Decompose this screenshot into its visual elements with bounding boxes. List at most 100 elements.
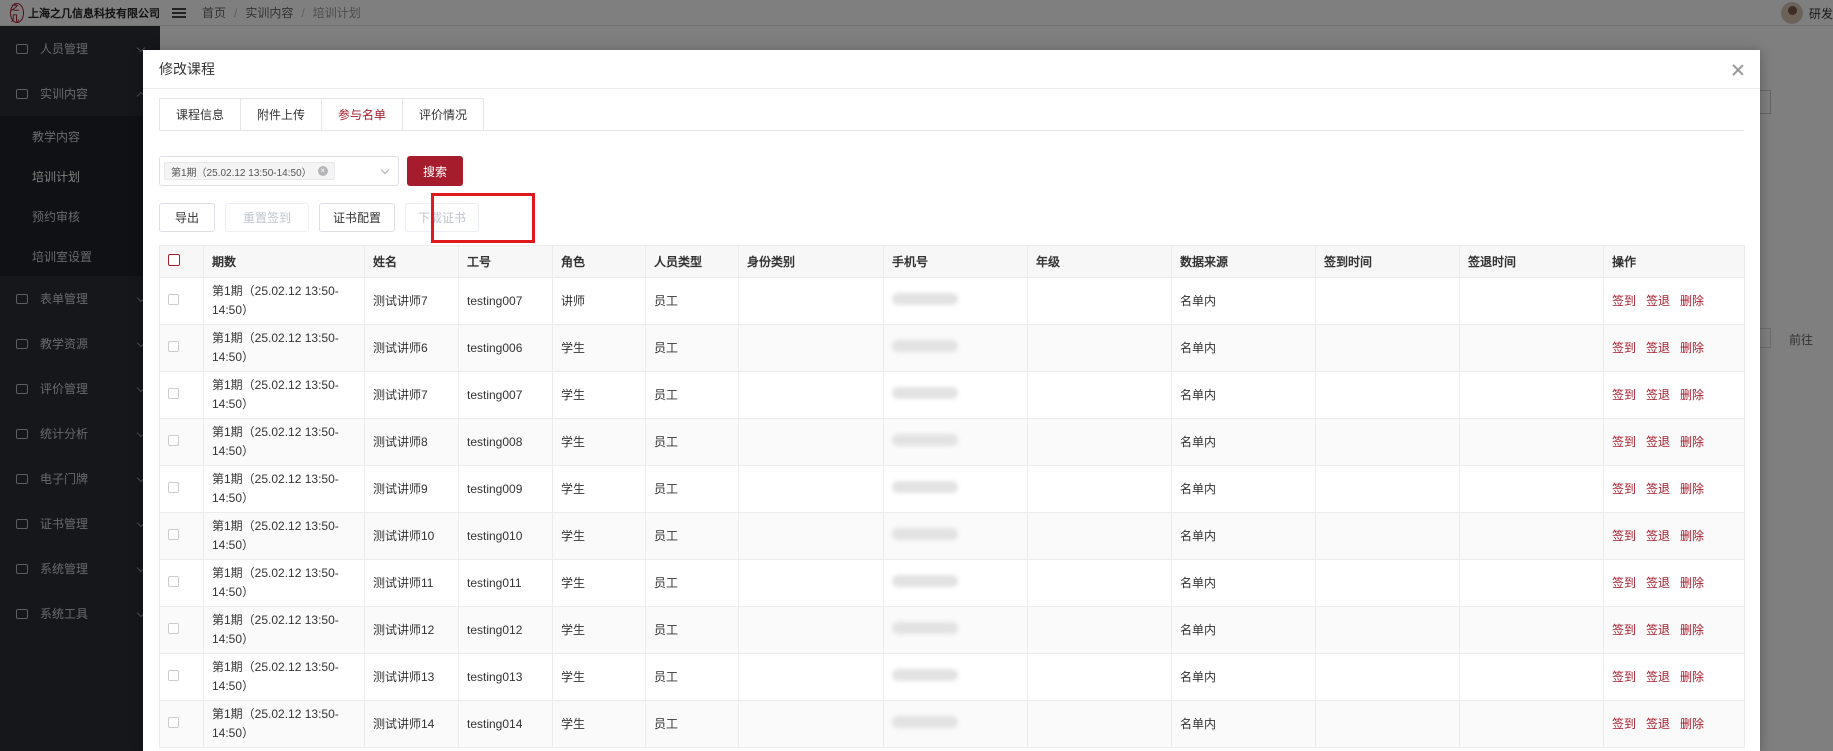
signout-link[interactable]: 签退 xyxy=(1646,388,1670,402)
cell-id: testing006 xyxy=(458,324,553,372)
delete-link[interactable]: 删除 xyxy=(1680,294,1704,308)
tab-course-info[interactable]: 课程信息 xyxy=(159,98,242,130)
cell-id: testing007 xyxy=(458,371,553,419)
signin-link[interactable]: 签到 xyxy=(1612,623,1636,637)
row-checkbox[interactable] xyxy=(168,434,179,446)
signin-link[interactable]: 签到 xyxy=(1612,670,1636,684)
signin-link[interactable]: 签到 xyxy=(1612,341,1636,355)
cell-name: 测试讲师13 xyxy=(364,653,459,701)
column-header: 操作 xyxy=(1603,245,1745,278)
cell-type: 员工 xyxy=(645,371,739,419)
row-checkbox[interactable] xyxy=(168,481,179,493)
delete-link[interactable]: 删除 xyxy=(1680,670,1704,684)
cell-name: 测试讲师11 xyxy=(364,559,459,607)
cell-id: testing011 xyxy=(458,559,553,607)
table-body: 第1期（25.02.12 13:50-14:50） 测试讲师7 testing007… xyxy=(159,277,1745,748)
table-row: 第1期（25.02.12 13:50-14:50） 测试讲师6 testing006… xyxy=(159,324,1745,372)
close-icon[interactable] xyxy=(1732,64,1744,76)
cell-actions: 签到 签退 删除 xyxy=(1603,700,1745,748)
reset-signin-button[interactable]: 重置签到 xyxy=(225,203,309,232)
row-checkbox[interactable] xyxy=(168,340,179,352)
row-select-cell xyxy=(159,324,204,372)
signout-link[interactable]: 签退 xyxy=(1646,341,1670,355)
signout-link[interactable]: 签退 xyxy=(1646,435,1670,449)
row-checkbox[interactable] xyxy=(168,575,179,587)
delete-link[interactable]: 删除 xyxy=(1680,717,1704,731)
cell-empty xyxy=(1027,559,1172,607)
cell-empty xyxy=(1459,653,1604,701)
row-checkbox[interactable] xyxy=(168,293,179,305)
cell-empty xyxy=(1315,465,1460,513)
delete-link[interactable]: 删除 xyxy=(1680,623,1704,637)
row-checkbox[interactable] xyxy=(168,716,179,728)
export-button[interactable]: 导出 xyxy=(159,203,215,232)
cell-type: 员工 xyxy=(645,465,739,513)
redacted-phone xyxy=(892,574,958,587)
signin-link[interactable]: 签到 xyxy=(1612,435,1636,449)
cell-phone xyxy=(883,700,1028,748)
signout-link[interactable]: 签退 xyxy=(1646,670,1670,684)
cell-period: 第1期（25.02.12 13:50-14:50） xyxy=(203,324,365,372)
row-select-cell xyxy=(159,700,204,748)
redacted-phone xyxy=(892,621,958,634)
dialog-tabs: 课程信息 附件上传 参与名单 评价情况 xyxy=(159,98,1744,131)
select-all-checkbox[interactable] xyxy=(168,254,180,266)
signin-link[interactable]: 签到 xyxy=(1612,576,1636,590)
table-row: 第1期（25.02.12 13:50-14:50） 测试讲师11 testing01… xyxy=(159,559,1745,607)
cell-phone xyxy=(883,418,1028,466)
signout-link[interactable]: 签退 xyxy=(1646,294,1670,308)
row-checkbox[interactable] xyxy=(168,387,179,399)
table-row: 第1期（25.02.12 13:50-14:50） 测试讲师7 testing007… xyxy=(159,277,1745,325)
signout-link[interactable]: 签退 xyxy=(1646,576,1670,590)
row-checkbox[interactable] xyxy=(168,528,179,540)
search-button[interactable]: 搜索 xyxy=(407,156,463,186)
table-row: 第1期（25.02.12 13:50-14:50） 测试讲师14 testing01… xyxy=(159,700,1745,748)
cell-id: testing014 xyxy=(458,700,553,748)
cell-empty xyxy=(1315,700,1460,748)
cell-id: testing007 xyxy=(458,277,553,325)
tag-close-icon[interactable]: × xyxy=(317,166,328,176)
row-checkbox[interactable] xyxy=(168,622,179,634)
highlight-box xyxy=(431,193,535,243)
cell-type: 员工 xyxy=(645,700,739,748)
signin-link[interactable]: 签到 xyxy=(1612,294,1636,308)
cell-source: 名单内 xyxy=(1171,653,1316,701)
tab-participant-list[interactable]: 参与名单 xyxy=(321,98,404,130)
cell-actions: 签到 签退 删除 xyxy=(1603,418,1745,466)
cell-type: 员工 xyxy=(645,512,739,560)
redacted-phone xyxy=(892,480,958,493)
signin-link[interactable]: 签到 xyxy=(1612,388,1636,402)
cell-source: 名单内 xyxy=(1171,371,1316,419)
row-select-cell xyxy=(159,653,204,701)
signin-link[interactable]: 签到 xyxy=(1612,717,1636,731)
certificate-config-button[interactable]: 证书配置 xyxy=(319,203,395,232)
delete-link[interactable]: 删除 xyxy=(1680,435,1704,449)
signin-link[interactable]: 签到 xyxy=(1612,482,1636,496)
row-checkbox[interactable] xyxy=(168,669,179,681)
delete-link[interactable]: 删除 xyxy=(1680,576,1704,590)
cell-name: 测试讲师14 xyxy=(364,700,459,748)
column-header: 人员类型 xyxy=(645,245,739,278)
period-select[interactable]: 第1期（25.02.12 13:50-14:50） × xyxy=(159,156,399,186)
cell-empty xyxy=(1459,418,1604,466)
cell-name: 测试讲师12 xyxy=(364,606,459,654)
cell-period: 第1期（25.02.12 13:50-14:50） xyxy=(203,512,365,560)
signout-link[interactable]: 签退 xyxy=(1646,717,1670,731)
delete-link[interactable]: 删除 xyxy=(1680,341,1704,355)
signin-link[interactable]: 签到 xyxy=(1612,529,1636,543)
delete-link[interactable]: 删除 xyxy=(1680,529,1704,543)
tab-evaluation[interactable]: 评价情况 xyxy=(402,98,485,130)
cell-empty xyxy=(1459,277,1604,325)
delete-link[interactable]: 删除 xyxy=(1680,388,1704,402)
signout-link[interactable]: 签退 xyxy=(1646,482,1670,496)
signout-link[interactable]: 签退 xyxy=(1646,623,1670,637)
cell-empty xyxy=(1459,465,1604,513)
delete-link[interactable]: 删除 xyxy=(1680,482,1704,496)
cell-role: 学生 xyxy=(552,700,646,748)
signout-link[interactable]: 签退 xyxy=(1646,529,1670,543)
chevron-down-icon xyxy=(380,165,390,175)
cell-empty xyxy=(1027,653,1172,701)
cell-actions: 签到 签退 删除 xyxy=(1603,277,1745,325)
edit-course-dialog: 修改课程 课程信息 附件上传 参与名单 评价情况 第1期（25.02.12 13… xyxy=(143,50,1760,751)
tab-attachment-upload[interactable]: 附件上传 xyxy=(240,98,323,130)
